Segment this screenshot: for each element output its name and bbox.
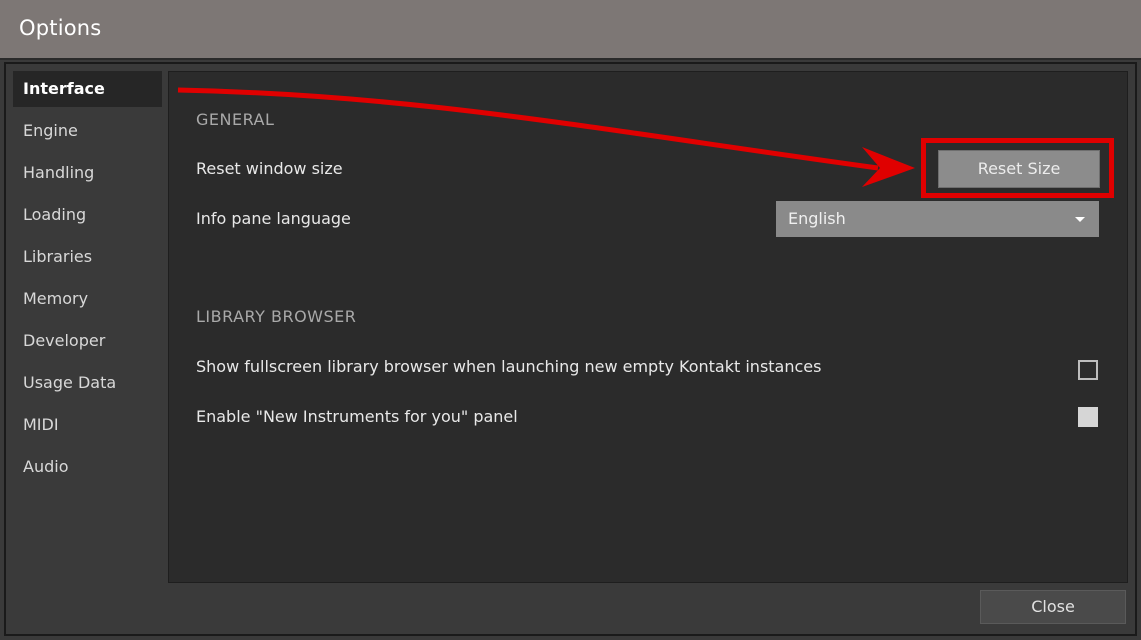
window-title: Options	[19, 16, 102, 40]
sidebar-item-engine[interactable]: Engine	[13, 113, 162, 149]
options-window: Options Interface Engine Handling Loadin…	[0, 0, 1141, 640]
fullscreen-browser-checkbox[interactable]	[1078, 360, 1098, 380]
general-section-header: GENERAL	[196, 110, 275, 129]
sidebar-item-libraries[interactable]: Libraries	[13, 239, 162, 275]
info-pane-language-label: Info pane language	[196, 209, 351, 228]
new-instruments-panel-label: Enable "New Instruments for you" panel	[196, 407, 518, 426]
language-dropdown-value: English	[788, 209, 846, 228]
new-instruments-panel-checkbox[interactable]	[1078, 407, 1098, 427]
sidebar-item-audio[interactable]: Audio	[13, 449, 162, 485]
close-button[interactable]: Close	[980, 590, 1126, 624]
content-panel	[168, 71, 1128, 583]
sidebar-item-interface[interactable]: Interface	[13, 71, 162, 107]
fullscreen-browser-label: Show fullscreen library browser when lau…	[196, 357, 822, 376]
sidebar-item-usage-data[interactable]: Usage Data	[13, 365, 162, 401]
language-dropdown[interactable]: English	[776, 201, 1099, 237]
sidebar-item-handling[interactable]: Handling	[13, 155, 162, 191]
sidebar-item-memory[interactable]: Memory	[13, 281, 162, 317]
title-bar[interactable]: Options	[0, 0, 1141, 60]
sidebar-item-loading[interactable]: Loading	[13, 197, 162, 233]
sidebar-item-midi[interactable]: MIDI	[13, 407, 162, 443]
reset-window-size-label: Reset window size	[196, 159, 343, 178]
sidebar-item-developer[interactable]: Developer	[13, 323, 162, 359]
reset-size-button[interactable]: Reset Size	[938, 150, 1100, 188]
sidebar: Interface Engine Handling Loading Librar…	[13, 71, 163, 581]
chevron-down-icon	[1075, 217, 1085, 222]
library-browser-section-header: LIBRARY BROWSER	[196, 307, 357, 326]
